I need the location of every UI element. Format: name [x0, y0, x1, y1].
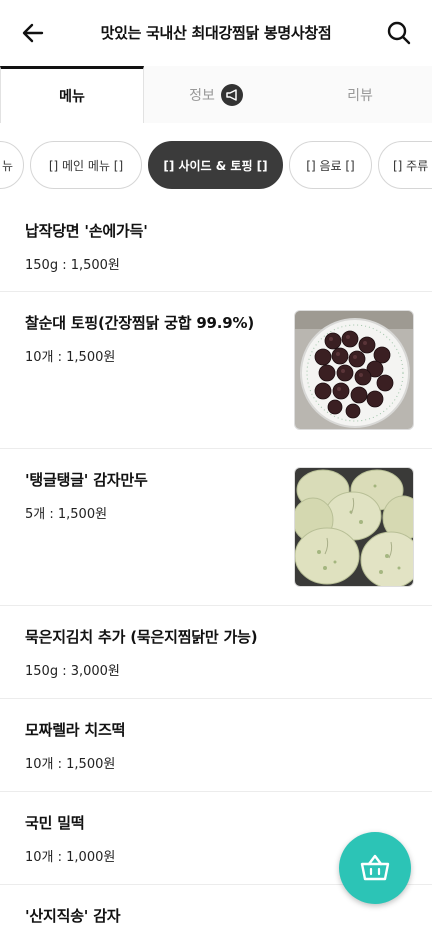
- menu-item[interactable]: 묵은지김치 추가 (묵은지찜닭만 가능) 150g : 3,000원: [0, 606, 432, 699]
- category-chip-label: [] 메인 메뉴 []: [48, 158, 124, 173]
- sundae-photo: [294, 310, 414, 430]
- category-chip-label: 뉴: [1, 158, 13, 173]
- search-button[interactable]: [386, 20, 412, 46]
- basket-icon: [360, 854, 390, 881]
- category-chips: 뉴 [] 메인 메뉴 [] [] 사이드 & 토핑 [] [] 음료 [] []…: [0, 141, 432, 191]
- menu-item[interactable]: 납작당면 '손에가득' 150g : 1,500원: [0, 200, 432, 292]
- category-chip-alcohol[interactable]: [] 주류: [378, 141, 432, 189]
- menu-item-price: 10개 : 1,000원: [25, 850, 116, 865]
- store-tabs: 메뉴 정보 리뷰: [0, 66, 432, 123]
- tab-review[interactable]: 리뷰: [288, 66, 432, 123]
- category-chip-side[interactable]: [] 사이드 & 토핑 []: [148, 141, 283, 189]
- menu-item[interactable]: '탱글탱글' 감자만두 5개 : 1,500원: [0, 449, 432, 606]
- category-chip-label: [] 사이드 & 토핑 []: [163, 158, 268, 173]
- menu-item-name: '산지직송' 감자: [25, 907, 121, 925]
- menu-item-price: 150g : 1,500원: [25, 258, 120, 273]
- tab-info-label: 정보: [189, 87, 215, 104]
- arrow-left-icon: [22, 23, 44, 43]
- category-chip-label: [] 주류: [393, 158, 429, 173]
- megaphone-icon: [220, 83, 243, 106]
- menu-item-name: 찰순대 토핑(간장찜닭 궁합 99.9%): [25, 314, 255, 332]
- tab-info[interactable]: 정보: [144, 66, 288, 123]
- menu-item-price: 10개 : 1,500원: [25, 350, 116, 365]
- tab-menu[interactable]: 메뉴: [0, 66, 144, 123]
- tab-menu-label: 메뉴: [59, 89, 85, 105]
- cart-button[interactable]: [339, 832, 411, 904]
- store-title: 맛있는 국내산 최대강찜닭 봉명사창점: [100, 24, 332, 42]
- category-chip-label: [] 음료 []: [306, 158, 355, 173]
- menu-item-name: 국민 밀떡: [25, 814, 85, 832]
- search-icon: [387, 21, 411, 45]
- back-button[interactable]: [20, 20, 46, 46]
- menu-item[interactable]: 모짜렐라 치즈떡 10개 : 1,500원: [0, 699, 432, 792]
- menu-item-price: 10개 : 1,500원: [25, 757, 116, 772]
- category-chip-main[interactable]: [] 메인 메뉴 []: [30, 141, 142, 189]
- menu-list: 납작당면 '손에가득' 150g : 1,500원 찰순대 토핑(간장찜닭 궁합…: [0, 200, 432, 927]
- menu-item-name: 납작당면 '손에가득': [25, 222, 148, 240]
- category-chip-drinks[interactable]: [] 음료 []: [289, 141, 372, 189]
- tab-review-label: 리뷰: [347, 87, 373, 104]
- dumpling-photo: [294, 467, 414, 587]
- menu-item-price: 5개 : 1,500원: [25, 507, 108, 522]
- menu-item-name: 모짜렐라 치즈떡: [25, 721, 126, 739]
- category-chip-prev[interactable]: 뉴: [0, 141, 24, 189]
- menu-item-name: '탱글탱글' 감자만두: [25, 471, 148, 489]
- menu-item-name: 묵은지김치 추가 (묵은지찜닭만 가능): [25, 628, 258, 646]
- menu-item-price: 150g : 3,000원: [25, 664, 120, 679]
- menu-item[interactable]: 찰순대 토핑(간장찜닭 궁합 99.9%) 10개 : 1,500원: [0, 292, 432, 449]
- app-header: 맛있는 국내산 최대강찜닭 봉명사창점: [0, 0, 432, 66]
